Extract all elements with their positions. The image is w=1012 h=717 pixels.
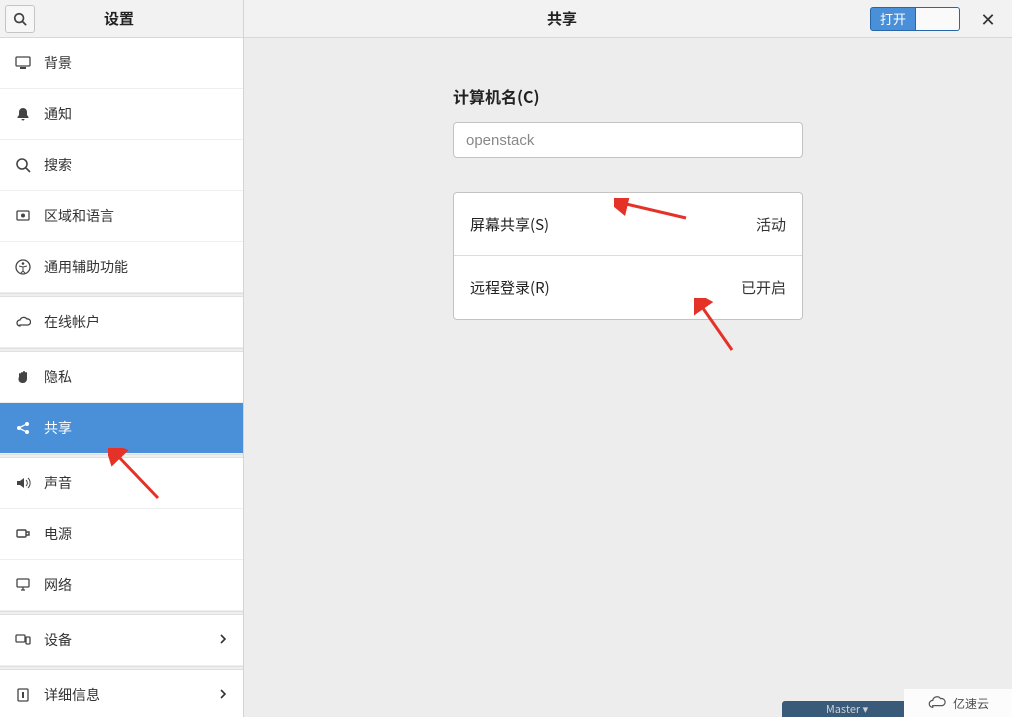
sidebar-item-share[interactable]: 共享 [0, 403, 243, 454]
sidebar-item-label: 在线帐户 [44, 312, 100, 332]
sidebar-item-label: 网络 [44, 575, 72, 595]
search-icon [14, 156, 32, 174]
page-title: 共享 [254, 8, 870, 29]
sidebar-item-power[interactable]: 电源 [0, 509, 243, 560]
sidebar-item-devices[interactable]: 设备 [0, 615, 243, 666]
sidebar-item-bell[interactable]: 通知 [0, 89, 243, 140]
remote-login-status: 已开启 [741, 277, 786, 298]
computer-name-label: 计算机名(C) [453, 84, 803, 108]
switch-knob [915, 8, 959, 30]
sidebar-item-label: 背景 [44, 53, 72, 73]
sidebar-item-accessibility[interactable]: 通用辅助功能 [0, 242, 243, 293]
sidebar-item-label: 电源 [44, 524, 72, 544]
globe-icon [14, 207, 32, 225]
main-header: 共享 打开 ✕ [244, 0, 1012, 38]
search-button[interactable] [5, 5, 35, 33]
power-icon [14, 525, 32, 543]
remote-login-row[interactable]: 远程登录(R) 已开启 [454, 256, 802, 319]
info-icon [14, 686, 32, 704]
close-button[interactable]: ✕ [974, 5, 1002, 33]
share-icon [14, 419, 32, 437]
cloud-icon [927, 696, 949, 710]
chevron-right-icon [217, 630, 229, 650]
sidebar-item-volume[interactable]: 声音 [0, 458, 243, 509]
accessibility-icon [14, 258, 32, 276]
chevron-right-icon [217, 685, 229, 705]
sidebar-header: 设置 [0, 0, 243, 38]
cloud-icon [14, 313, 32, 331]
sidebar-item-label: 共享 [44, 418, 72, 438]
display-icon [14, 54, 32, 72]
sidebar-item-label: 声音 [44, 473, 72, 493]
remote-login-label: 远程登录(R) [470, 277, 550, 298]
sidebar-item-label: 通用辅助功能 [44, 257, 128, 277]
volume-icon [14, 474, 32, 492]
devices-icon [14, 631, 32, 649]
sidebar-item-hand[interactable]: 隐私 [0, 352, 243, 403]
sidebar-item-info[interactable]: 详细信息 [0, 670, 243, 717]
sidebar-item-display[interactable]: 背景 [0, 38, 243, 89]
sharing-master-switch[interactable]: 打开 [870, 7, 960, 31]
close-icon: ✕ [980, 6, 995, 32]
sidebar-item-label: 通知 [44, 104, 72, 124]
sidebar-item-globe[interactable]: 区域和语言 [0, 191, 243, 242]
bell-icon [14, 105, 32, 123]
sidebar-item-net[interactable]: 网络 [0, 560, 243, 611]
sidebar-nav: 背景通知搜索区域和语言通用辅助功能在线帐户隐私共享声音电源网络设备详细信息 [0, 38, 243, 717]
screen-sharing-label: 屏幕共享(S) [470, 214, 549, 235]
sidebar-item-label: 区域和语言 [44, 206, 114, 226]
computer-name-input[interactable] [453, 122, 803, 158]
sidebar-item-cloud[interactable]: 在线帐户 [0, 297, 243, 348]
sidebar: 设置 背景通知搜索区域和语言通用辅助功能在线帐户隐私共享声音电源网络设备详细信息 [0, 0, 244, 717]
net-icon [14, 576, 32, 594]
screen-sharing-row[interactable]: 屏幕共享(S) 活动 [454, 193, 802, 256]
watermark: 亿速云 [904, 689, 1012, 717]
sidebar-item-label: 搜索 [44, 155, 72, 175]
sidebar-item-label: 隐私 [44, 367, 72, 387]
switch-label: 打开 [871, 8, 915, 30]
sharing-services-list: 屏幕共享(S) 活动 远程登录(R) 已开启 [453, 192, 803, 320]
screen-sharing-status: 活动 [756, 214, 786, 235]
search-icon [13, 12, 27, 26]
sidebar-item-label: 详细信息 [44, 685, 100, 705]
hand-icon [14, 368, 32, 386]
sidebar-title: 设置 [35, 8, 243, 29]
main-panel: 共享 打开 ✕ 计算机名(C) 屏幕共享(S) 活动 远程登录(R) 已开启 [244, 0, 1012, 717]
sidebar-item-label: 设备 [44, 630, 72, 650]
content: 计算机名(C) 屏幕共享(S) 活动 远程登录(R) 已开启 [244, 38, 1012, 717]
background-fragment: Master ▾ [782, 701, 912, 717]
sidebar-item-search[interactable]: 搜索 [0, 140, 243, 191]
